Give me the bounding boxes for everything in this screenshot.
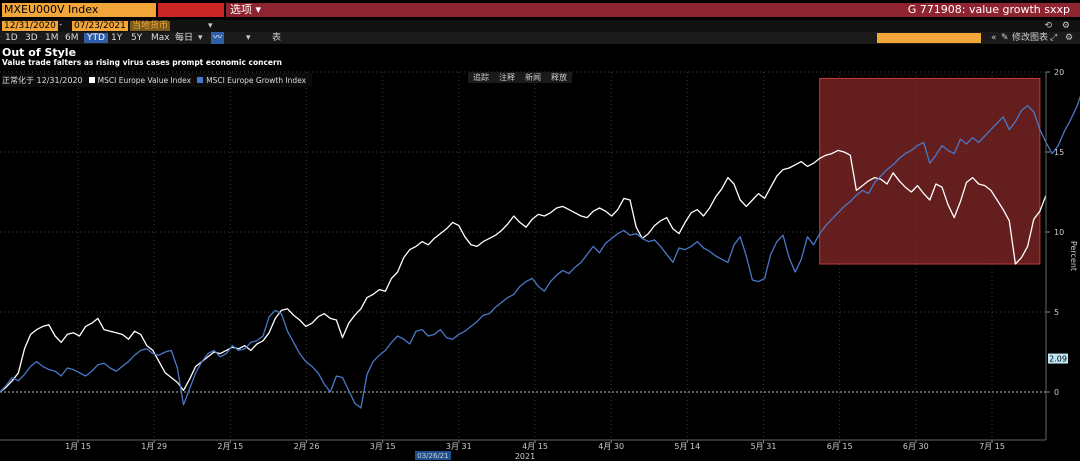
tool-news[interactable]: 新闻 xyxy=(525,72,541,83)
legend-swatch-value xyxy=(88,77,95,83)
x-tick-label: 2月 15 xyxy=(217,442,243,451)
y-tick-label: 20 xyxy=(1054,68,1064,77)
tool-release[interactable]: 释放 xyxy=(551,72,567,83)
x-tick-label: 3月 31 xyxy=(446,442,472,451)
y-tick-label: 15 xyxy=(1054,148,1064,157)
chart-svg: 0 5 10 15 20 Percent 1月 15 1月 29 2月 15 2月 26 3月 15… xyxy=(0,68,1080,461)
x-tick-label: 5月 14 xyxy=(674,442,700,451)
tool-track[interactable]: 追踪 xyxy=(473,72,489,83)
legend-label-growth: MSCI Europe Growth Index xyxy=(206,75,307,85)
legend-label-value: MSCI Europe Value Index xyxy=(97,75,192,85)
x-tick-label: 4月 15 xyxy=(522,442,548,451)
y-tick-label: 10 xyxy=(1054,228,1064,237)
x-tick-label: 1月 15 xyxy=(65,442,91,451)
chart-legend: 正常化于 12/31/2020 MSCI Europe Value Index … xyxy=(2,73,313,87)
legend-swatch-growth xyxy=(197,77,204,83)
y-axis-label: Percent xyxy=(1069,241,1078,271)
x-tick-label: 3月 15 xyxy=(370,442,396,451)
y-tick-label: 5 xyxy=(1054,308,1059,317)
normalized-label: 正常化于 12/31/2020 xyxy=(2,75,83,85)
tool-annotate[interactable]: 注释 xyxy=(499,72,515,83)
y-tick-label: 0 xyxy=(1054,388,1059,397)
x-tick-label: 2月 26 xyxy=(294,442,320,451)
chart-tools: 追踪 注释 新闻 释放 xyxy=(468,72,572,83)
x-tick-label: 5月 31 xyxy=(751,442,777,451)
x-tick-label: 1月 29 xyxy=(141,442,167,451)
last-value-label: 2.09 xyxy=(1049,355,1067,364)
x-year-label: 2021 xyxy=(515,452,535,461)
x-tick-label: 6月 30 xyxy=(903,442,929,451)
x-tick-label: 7月 15 xyxy=(979,442,1005,451)
x-tick-label: 6月 15 xyxy=(827,442,853,451)
x-tick-label: 4月 30 xyxy=(598,442,624,451)
highlight-date-label: 03/26/21 xyxy=(417,452,448,460)
